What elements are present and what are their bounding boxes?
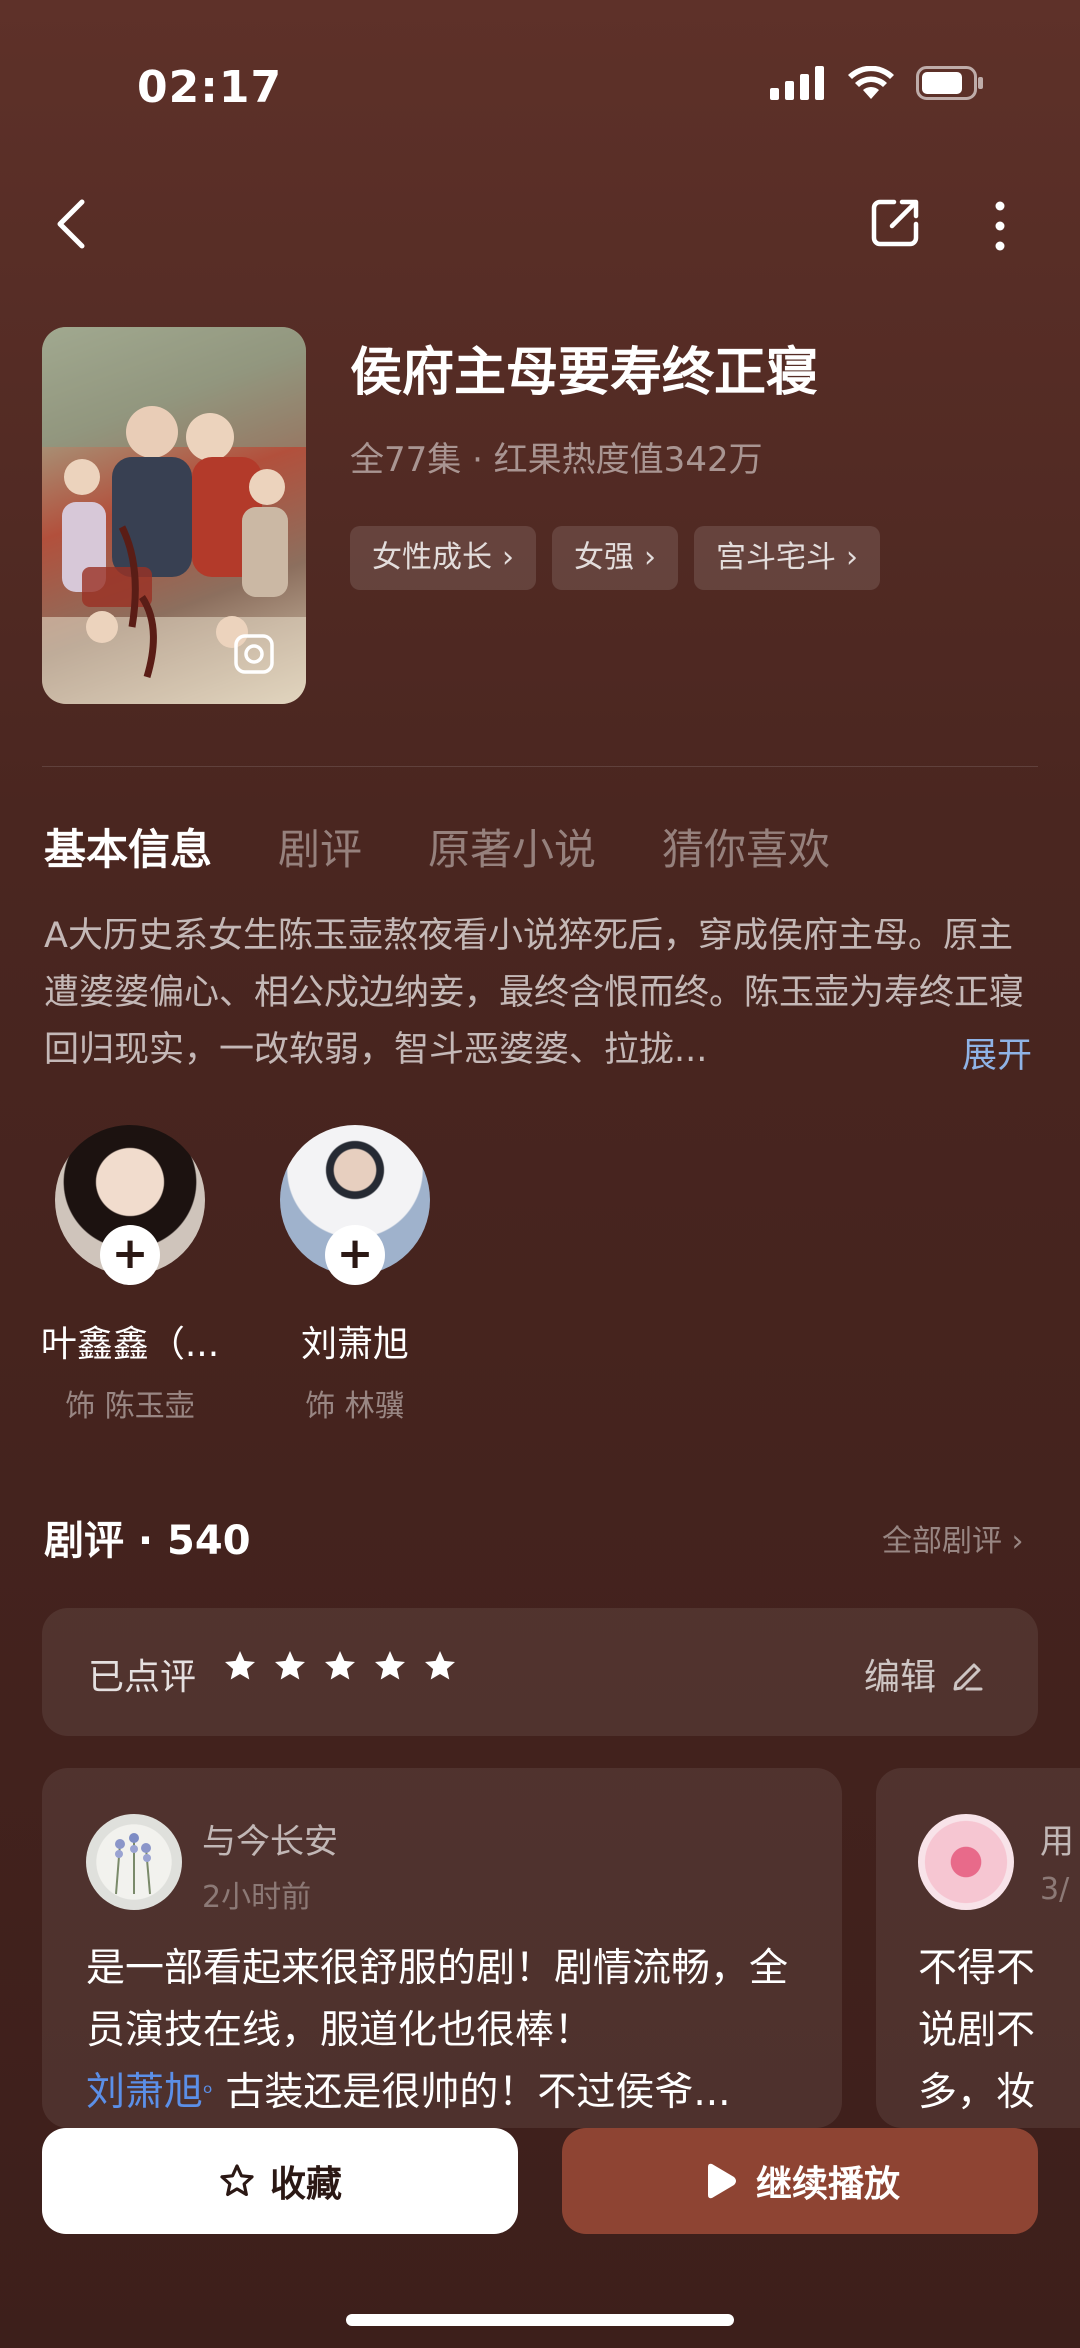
cast-name: 叶鑫鑫（... (40, 1324, 220, 1365)
chevron-right-icon: › (1002, 1524, 1024, 1559)
star-icon (425, 1651, 455, 1680)
cast-name: 刘萧旭 (300, 1324, 409, 1365)
tab-bar: 基本信息 剧评 原著小说 猜你喜欢 (44, 816, 830, 877)
play-icon (707, 2163, 736, 2199)
status-icons (770, 66, 984, 100)
lavender-icon (115, 1833, 151, 1895)
show-title: 侯府主母要寿终正寝 (350, 343, 819, 403)
rated-label: 已点评 (88, 1657, 197, 1698)
wifi-icon (848, 66, 894, 99)
cover-image[interactable] (42, 327, 306, 704)
favorite-button[interactable]: 收藏 (42, 2128, 518, 2234)
star-outline-icon (220, 2164, 254, 2197)
star-icon (225, 1651, 255, 1680)
review-username: 用 (1040, 1822, 1074, 1862)
tab-recommendations[interactable]: 猜你喜欢 (662, 816, 830, 877)
my-rating-bar: 已点评 编辑 (42, 1608, 1038, 1736)
cast-role: 饰 林骥 (305, 1389, 405, 1424)
back-button[interactable] (52, 196, 102, 256)
tag-list: 女性成长 › 女强 › 宫斗宅斗 › (350, 526, 880, 590)
more-vertical-icon (995, 201, 1005, 251)
tag-chip[interactable]: 女强 › (552, 526, 678, 590)
battery-icon (916, 66, 983, 100)
cast-role: 饰 陈玉壶 (65, 1389, 195, 1424)
review-card[interactable]: 与今长安 2小时前 是一部看起来很舒服的剧！剧情流畅，全员演技在线，服道化也很棒… (42, 1768, 842, 2128)
cast-member[interactable]: + 叶鑫鑫（... 饰 陈玉壶 (30, 1125, 230, 1425)
tag-chip[interactable]: 女性成长 › (350, 526, 536, 590)
signal-icon (770, 66, 824, 100)
chevron-right-icon: › (502, 540, 514, 575)
chevron-left-icon (57, 199, 85, 249)
tab-original-novel[interactable]: 原著小说 (428, 816, 596, 877)
avatar (86, 1814, 182, 1910)
review-time: 3/ (1040, 1872, 1070, 1907)
chevron-right-icon: › (846, 540, 858, 575)
review-text: 是一部看起来很舒服的剧！剧情流畅，全员演技在线，服道化也很棒！ 刘萧旭ᵒ 古装还… (86, 1946, 789, 2115)
follow-button[interactable]: + (100, 1225, 160, 1285)
edit-review-button[interactable]: 编辑 (864, 1648, 986, 1700)
status-time: 02:17 (137, 62, 283, 113)
expand-button[interactable]: 展开 (962, 1027, 1032, 1078)
pencil-icon (953, 1663, 983, 1691)
star-icon (375, 1651, 405, 1680)
star-icon (325, 1651, 355, 1680)
more-button[interactable] (985, 198, 1015, 254)
cast-member[interactable]: + 刘萧旭 饰 林骥 (255, 1125, 455, 1425)
show-meta: 全77集 · 红果热度值342万 (350, 440, 763, 480)
tab-basic-info[interactable]: 基本信息 (44, 816, 212, 877)
mention-link[interactable]: 刘萧旭 (86, 2070, 203, 2115)
search-icon: ᵒ (203, 2079, 213, 2107)
follow-button[interactable]: + (325, 1225, 385, 1285)
tag-chip[interactable]: 宫斗宅斗 › (694, 526, 880, 590)
review-card[interactable]: 用 3/ 不得不说剧不多，妆造、演 (876, 1768, 1080, 2128)
rating-stars (222, 1648, 458, 1684)
home-indicator[interactable] (346, 2314, 734, 2326)
poster-view-icon (234, 634, 274, 674)
review-time: 2小时前 (202, 1880, 312, 1915)
avatar (918, 1814, 1014, 1910)
divider (42, 766, 1038, 767)
continue-play-button[interactable]: 继续播放 (562, 2128, 1038, 2234)
chevron-right-icon: › (644, 540, 656, 575)
tab-reviews[interactable]: 剧评 (278, 816, 362, 877)
all-reviews-link[interactable]: 全部剧评 › (882, 1516, 1024, 1560)
review-username: 与今长安 (202, 1822, 338, 1862)
star-icon (275, 1651, 305, 1680)
review-text: 不得不说剧不多，妆造、演 (918, 1946, 1036, 2115)
reviews-title: 剧评 · 540 (44, 1518, 251, 1564)
share-button[interactable] (870, 196, 926, 252)
synopsis-text: A大历史系女生陈玉壶熬夜看小说猝死后，穿成侯府主母。原主遭婆婆偏心、相公戍边纳妾… (44, 916, 1025, 1070)
share-icon (871, 199, 919, 247)
